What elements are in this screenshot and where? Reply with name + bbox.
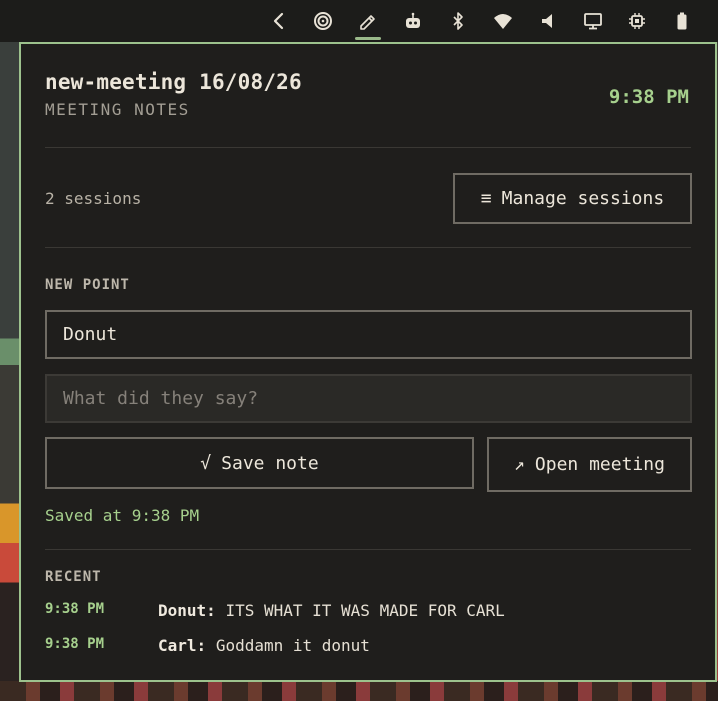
pencil-icon[interactable] xyxy=(351,0,385,42)
battery-icon[interactable] xyxy=(665,0,699,42)
wallpaper-left xyxy=(0,42,20,701)
new-point-label: NEW POINT xyxy=(45,277,130,293)
chevron-left-icon[interactable] xyxy=(262,0,296,42)
spiral-icon[interactable] xyxy=(306,0,340,42)
page-subtitle: MEETING NOTES xyxy=(45,100,190,119)
divider xyxy=(45,247,691,248)
meeting-notes-panel: new-meeting 16/08/26 MEETING NOTES 9:38 … xyxy=(19,42,717,682)
cpu-icon[interactable] xyxy=(620,0,654,42)
list-item: 9:38 PM Carl: Goddamn it donut xyxy=(45,636,691,660)
top-bar xyxy=(0,0,718,42)
recent-speaker: Carl: xyxy=(158,636,207,655)
recent-message: Goddamn it donut xyxy=(215,636,370,655)
wallpaper-bottom xyxy=(0,681,718,701)
list-item: 9:38 PM Donut: ITS WHAT IT WAS MADE FOR … xyxy=(45,601,691,625)
sessions-count: 2 sessions xyxy=(45,189,142,208)
recent-message: ITS WHAT IT WAS MADE FOR CARL xyxy=(225,601,505,620)
recent-time: 9:38 PM xyxy=(45,601,105,617)
recent-label: RECENT xyxy=(45,569,102,585)
manage-sessions-label: Manage sessions xyxy=(501,188,665,209)
page-title: new-meeting 16/08/26 xyxy=(45,70,302,94)
recent-entry: Donut: ITS WHAT IT WAS MADE FOR CARL xyxy=(158,601,505,620)
save-note-button[interactable]: √ Save note xyxy=(45,437,474,489)
note-input[interactable] xyxy=(45,374,692,423)
active-tab-indicator xyxy=(355,37,381,40)
open-meeting-button[interactable]: ↗ Open meeting xyxy=(487,437,692,492)
save-note-label: Save note xyxy=(221,452,319,474)
divider xyxy=(45,147,691,148)
recent-entry: Carl: Goddamn it donut xyxy=(158,636,370,655)
saved-status: Saved at 9:38 PM xyxy=(45,506,200,525)
divider xyxy=(45,549,691,550)
open-meeting-label: Open meeting xyxy=(534,454,665,475)
recent-time: 9:38 PM xyxy=(45,636,105,652)
recent-speaker: Donut: xyxy=(158,601,216,620)
volume-icon[interactable] xyxy=(531,0,565,42)
arrow-up-right-icon: ↗ xyxy=(514,454,525,475)
clock: 9:38 PM xyxy=(608,86,689,108)
robot-icon[interactable] xyxy=(396,0,430,42)
speaker-input[interactable] xyxy=(45,310,692,359)
bluetooth-icon[interactable] xyxy=(441,0,475,42)
wifi-icon[interactable] xyxy=(486,0,520,42)
menu-icon: ≡ xyxy=(480,188,492,209)
checkmark-icon: √ xyxy=(200,452,212,474)
manage-sessions-button[interactable]: ≡ Manage sessions xyxy=(453,173,692,224)
monitor-icon[interactable] xyxy=(576,0,610,42)
panel-header: new-meeting 16/08/26 MEETING NOTES 9:38 … xyxy=(45,70,691,130)
